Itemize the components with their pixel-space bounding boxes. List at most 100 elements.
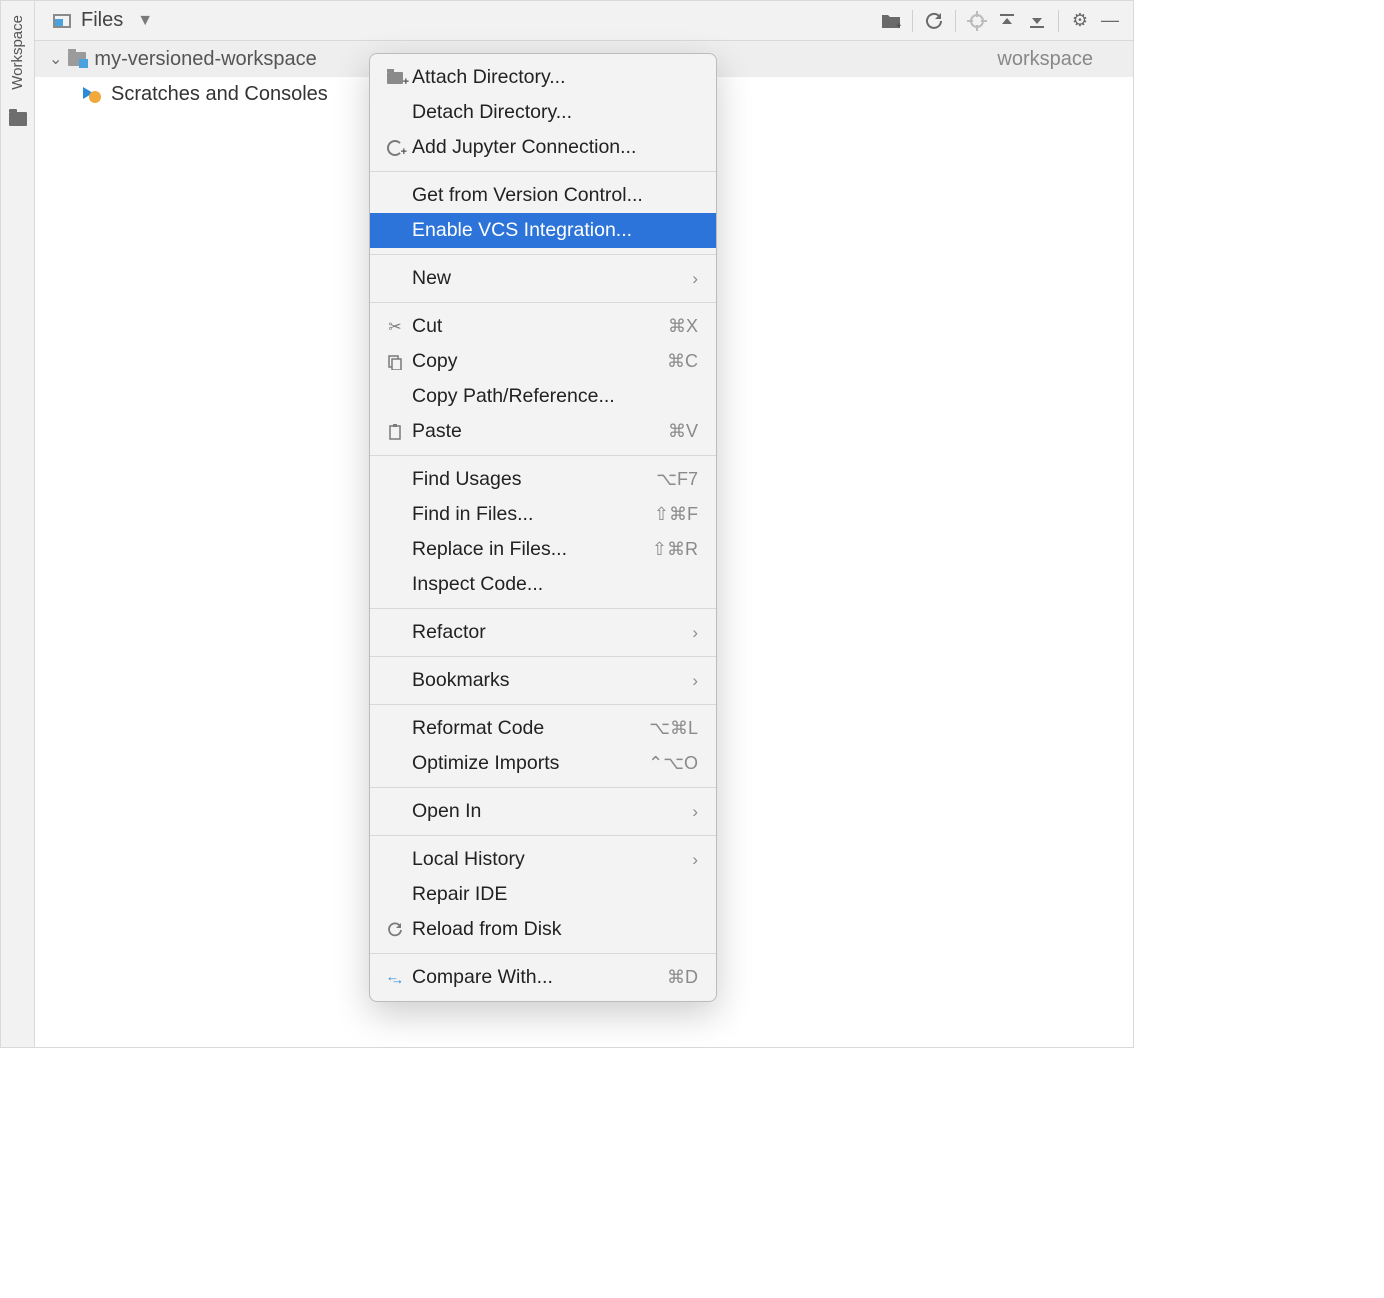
menu-separator (370, 254, 716, 255)
menu-item-label: Optimize Imports (408, 752, 648, 775)
menu-item-shortcut: ⇧⌘F (654, 504, 698, 525)
paste-icon (382, 424, 408, 440)
menu-item[interactable]: Bookmarks› (370, 663, 716, 698)
menu-separator (370, 953, 716, 954)
menu-item-label: Detach Directory... (408, 101, 698, 124)
menu-item-label: Bookmarks (408, 669, 692, 692)
chevron-right-icon: › (692, 671, 698, 691)
dropdown-caret-icon[interactable]: ▼ (137, 12, 153, 30)
menu-separator (370, 302, 716, 303)
menu-item-shortcut: ⌥F7 (656, 469, 698, 490)
menu-item[interactable]: ✂Cut⌘X (370, 309, 716, 344)
expand-all-icon[interactable] (992, 6, 1022, 36)
menu-item-label: Compare With... (408, 966, 667, 989)
menu-item-label: Paste (408, 420, 668, 443)
compare-icon (382, 971, 408, 985)
menu-item-label: Refactor (408, 621, 692, 644)
menu-separator (370, 171, 716, 172)
menu-item-label: New (408, 267, 692, 290)
menu-item-shortcut: ⌘V (668, 421, 698, 442)
project-toolbar: Files ▼ + ⚙ — (35, 1, 1133, 41)
target-icon[interactable] (962, 6, 992, 36)
view-selector-icon (53, 14, 71, 28)
menu-item-label: Cut (408, 315, 668, 338)
attach-directory-icon[interactable]: + (876, 6, 906, 36)
menu-item[interactable]: Inspect Code... (370, 567, 716, 602)
toolbar-separator (1058, 10, 1059, 32)
menu-item[interactable]: Add Jupyter Connection... (370, 130, 716, 165)
menu-separator (370, 455, 716, 456)
breadcrumb-path-tail: workspace (997, 48, 1093, 71)
menu-separator (370, 835, 716, 836)
menu-item[interactable]: Copy Path/Reference... (370, 379, 716, 414)
menu-separator (370, 608, 716, 609)
reload-icon (382, 922, 408, 938)
tool-siderail: Workspace (1, 1, 35, 1047)
menu-item-label: Replace in Files... (408, 538, 652, 561)
menu-item[interactable]: Reload from Disk (370, 912, 716, 947)
chevron-right-icon: › (692, 802, 698, 822)
menu-item[interactable]: Open In› (370, 794, 716, 829)
minimize-icon[interactable]: — (1095, 6, 1125, 36)
menu-item[interactable]: Local History› (370, 842, 716, 877)
menu-item[interactable]: Detach Directory... (370, 95, 716, 130)
chevron-right-icon: › (692, 850, 698, 870)
menu-item[interactable]: Paste⌘V (370, 414, 716, 449)
toolbar-separator (955, 10, 956, 32)
copy-icon (382, 354, 408, 370)
view-selector-label[interactable]: Files (81, 9, 123, 32)
menu-item-label: Repair IDE (408, 883, 698, 906)
menu-item-label: Reformat Code (408, 717, 649, 740)
menu-item-shortcut: ⌥⌘L (649, 718, 698, 739)
menu-item[interactable]: Copy⌘C (370, 344, 716, 379)
menu-item[interactable]: New› (370, 261, 716, 296)
menu-item[interactable]: Replace in Files...⇧⌘R (370, 532, 716, 567)
menu-item[interactable]: Optimize Imports⌃⌥O (370, 746, 716, 781)
menu-item[interactable]: Enable VCS Integration... (370, 213, 716, 248)
menu-item-label: Copy (408, 350, 667, 373)
menu-item-shortcut: ⌘D (667, 967, 698, 988)
siderail-tab-workspace[interactable]: Workspace (7, 9, 28, 96)
menu-item[interactable]: Find Usages⌥F7 (370, 462, 716, 497)
gear-icon[interactable]: ⚙ (1065, 6, 1095, 36)
folder-plus-icon (382, 72, 408, 84)
collapse-all-icon[interactable] (1022, 6, 1052, 36)
menu-separator (370, 704, 716, 705)
chevron-right-icon: › (692, 623, 698, 643)
menu-item-label: Add Jupyter Connection... (408, 136, 698, 159)
menu-item-label: Reload from Disk (408, 918, 698, 941)
chevron-right-icon: › (692, 269, 698, 289)
cut-icon: ✂ (382, 317, 408, 337)
menu-item[interactable]: Reformat Code⌥⌘L (370, 711, 716, 746)
menu-item-label: Get from Version Control... (408, 184, 698, 207)
menu-item-shortcut: ⇧⌘R (652, 539, 698, 560)
chevron-down-icon[interactable]: ⌄ (49, 49, 62, 69)
menu-item[interactable]: Attach Directory... (370, 60, 716, 95)
folder-icon (9, 112, 27, 126)
tree-scratches-label: Scratches and Consoles (111, 83, 328, 106)
menu-item[interactable]: Get from Version Control... (370, 178, 716, 213)
project-folder-icon (68, 52, 86, 66)
menu-item-shortcut: ⌃⌥O (648, 753, 698, 774)
menu-item-label: Attach Directory... (408, 66, 698, 89)
refresh-icon[interactable] (919, 6, 949, 36)
menu-separator (370, 787, 716, 788)
tree-root-label: my-versioned-workspace (94, 48, 316, 71)
menu-item[interactable]: Compare With...⌘D (370, 960, 716, 995)
menu-item[interactable]: Refactor› (370, 615, 716, 650)
scratches-icon (83, 87, 101, 101)
context-menu: Attach Directory... Detach Directory... Ad… (369, 53, 717, 1002)
refresh-plus-icon (382, 140, 408, 156)
menu-item-label: Inspect Code... (408, 573, 698, 596)
menu-item-label: Open In (408, 800, 692, 823)
menu-item-shortcut: ⌘X (668, 316, 698, 337)
menu-separator (370, 656, 716, 657)
toolbar-separator (912, 10, 913, 32)
svg-text:+: + (896, 21, 901, 30)
menu-item-label: Enable VCS Integration... (408, 219, 698, 242)
menu-item[interactable]: Find in Files...⇧⌘F (370, 497, 716, 532)
menu-item-shortcut: ⌘C (667, 351, 698, 372)
menu-item-label: Find Usages (408, 468, 656, 491)
menu-item[interactable]: Repair IDE (370, 877, 716, 912)
menu-item-label: Local History (408, 848, 692, 871)
